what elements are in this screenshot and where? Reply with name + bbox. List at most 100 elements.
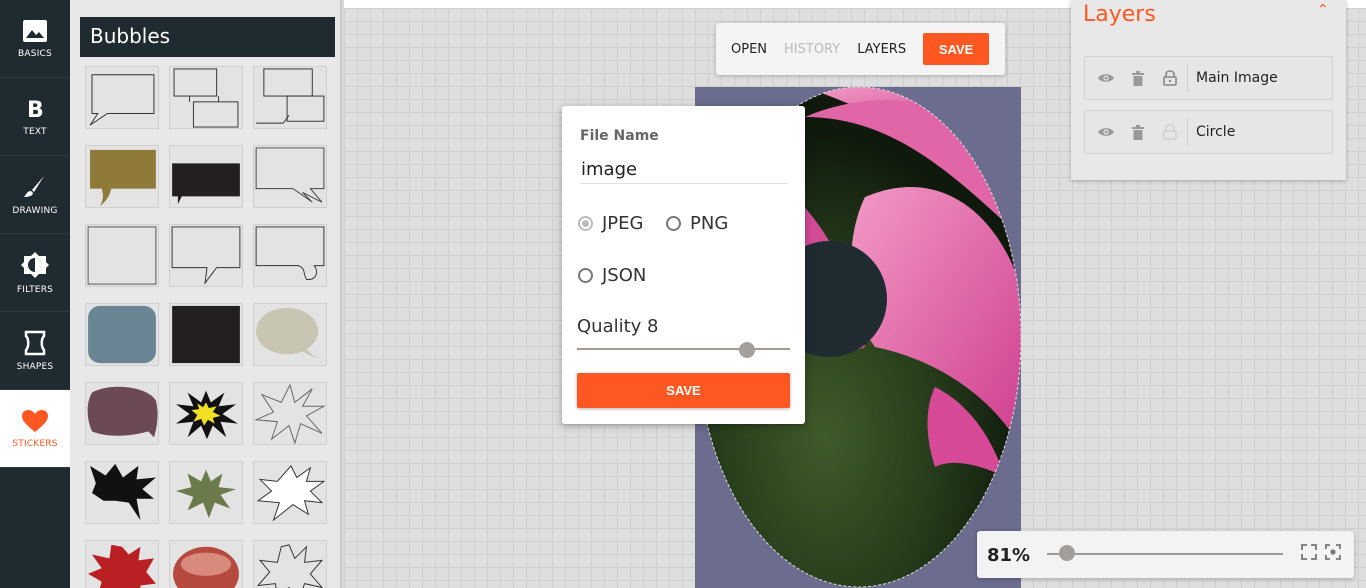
sticker-bubble-4[interactable] <box>85 145 159 208</box>
format-png-radio[interactable] <box>666 216 681 231</box>
outline-burst-icon <box>256 465 326 522</box>
image-icon <box>23 19 47 42</box>
sticker-bubble-16[interactable] <box>85 461 159 524</box>
sticker-bubble-12[interactable] <box>253 303 327 366</box>
sticker-bubble-2[interactable] <box>169 66 243 129</box>
format-json-radio[interactable] <box>578 268 593 283</box>
chevron-up-icon[interactable]: ⌃ <box>1317 2 1329 18</box>
file-name-input[interactable] <box>580 156 788 184</box>
rail-item-text[interactable]: B TEXT <box>0 78 70 156</box>
jagged-bubble-icon <box>255 147 325 203</box>
trash-icon[interactable] <box>1125 68 1151 88</box>
svg-text:B: B <box>27 98 44 121</box>
trash-icon[interactable] <box>1125 122 1151 142</box>
sticker-bubble-6[interactable] <box>253 145 327 208</box>
panel-title: Bubbles <box>80 17 335 57</box>
black-bubble-icon <box>172 163 240 205</box>
layers-title: Layers <box>1083 2 1156 27</box>
rail-item-shapes[interactable]: SHAPES <box>0 312 70 390</box>
sticker-bubble-19[interactable] <box>85 540 159 588</box>
black-jagged-bubble-icon <box>90 463 156 521</box>
pointer-bubble-icon <box>171 226 241 285</box>
save-dialog: File Name JPEG PNG JSON Quality 8 SAVE <box>562 106 805 424</box>
format-json-option[interactable]: JSON <box>578 265 646 286</box>
layer-row-main-image[interactable]: Main Image <box>1084 56 1333 100</box>
quality-slider-track[interactable] <box>577 348 790 350</box>
sticker-bubble-14[interactable] <box>169 382 243 445</box>
sticker-bubble-10[interactable] <box>85 303 159 366</box>
dialog-save-button[interactable]: SAVE <box>577 373 790 408</box>
rail-item-basics[interactable]: BASICS <box>0 0 70 78</box>
layers-panel: Layers ⌃ Main Image Circle <box>1071 0 1346 180</box>
brush-icon <box>24 175 44 197</box>
sticker-bubble-5[interactable] <box>169 145 243 208</box>
white-burst-icon <box>254 383 326 444</box>
sticker-bubble-15[interactable] <box>253 382 327 445</box>
unlock-icon[interactable] <box>1157 122 1183 142</box>
fullscreen-icon[interactable] <box>1300 543 1318 561</box>
eye-icon[interactable] <box>1093 68 1119 88</box>
black-square-bubble-icon <box>172 305 240 364</box>
sticker-bubble-8[interactable] <box>169 224 243 287</box>
rail-item-drawing[interactable]: DRAWING <box>0 156 70 234</box>
layer-name-main-image: Main Image <box>1187 64 1278 92</box>
lock-icon[interactable] <box>1157 68 1183 88</box>
contrast-icon <box>21 251 49 278</box>
zoom-slider-track[interactable] <box>1047 553 1283 555</box>
rail-label-shapes: SHAPES <box>16 361 54 372</box>
blue-rounded-bubble-icon <box>88 305 156 364</box>
double-bubble-icon <box>173 68 239 128</box>
open-button[interactable]: OPEN <box>731 42 767 57</box>
zoom-bar: 81% <box>977 531 1354 578</box>
format-jpeg-option[interactable]: JPEG <box>578 213 643 234</box>
sticker-bubble-20[interactable] <box>169 540 243 588</box>
rail-item-filters[interactable]: FILTERS <box>0 234 70 312</box>
format-json-label: JSON <box>602 265 647 286</box>
layer-name-circle: Circle <box>1187 118 1235 146</box>
beige-cloud-bubble-icon <box>256 307 324 359</box>
heart-icon <box>22 409 48 432</box>
rail-item-stickers[interactable]: STICKERS <box>0 390 70 468</box>
eye-icon[interactable] <box>1093 122 1119 142</box>
sticker-bubble-11[interactable] <box>169 303 243 366</box>
top-toolbar: OPEN HISTORY LAYERS SAVE <box>716 23 1005 75</box>
green-burst-icon <box>175 469 237 519</box>
rail-label-stickers: STICKERS <box>12 438 58 449</box>
red-splat-icon <box>88 544 156 588</box>
yellow-burst-icon <box>175 390 238 440</box>
quality-slider-thumb[interactable] <box>739 342 756 358</box>
history-button[interactable]: HISTORY <box>784 42 840 57</box>
sticker-grid <box>85 66 328 588</box>
layers-button[interactable]: LAYERS <box>857 42 906 57</box>
sticker-bubble-21[interactable] <box>253 540 327 588</box>
rail-label-text: TEXT <box>23 126 47 137</box>
file-name-label: File Name <box>580 128 659 144</box>
sticker-bubble-1[interactable] <box>85 66 159 129</box>
plum-bubble-icon <box>87 386 158 438</box>
sticker-bubble-18[interactable] <box>253 461 327 524</box>
sticker-bubble-17[interactable] <box>169 461 243 524</box>
layer-row-circle[interactable]: Circle <box>1084 110 1333 154</box>
format-png-label: PNG <box>690 213 729 234</box>
speech-bubble-outline-icon <box>89 74 155 126</box>
rail-label-basics: BASICS <box>18 48 52 59</box>
square-outline-icon <box>87 226 157 285</box>
bold-b-icon: B <box>27 98 44 121</box>
red-oval-bubble-icon <box>173 546 239 588</box>
format-jpeg-radio[interactable] <box>578 216 593 231</box>
olive-bubble-icon <box>90 149 156 207</box>
fit-screen-icon[interactable] <box>1324 543 1342 561</box>
format-png-option[interactable]: PNG <box>666 213 728 234</box>
sticker-bubble-7[interactable] <box>85 224 159 287</box>
sticker-bubble-9[interactable] <box>253 224 327 287</box>
zoom-slider-thumb[interactable] <box>1058 545 1075 561</box>
shape-icon <box>24 330 46 355</box>
toolbar-save-button[interactable]: SAVE <box>923 33 990 65</box>
stickers-panel: Bubbles <box>70 0 414 588</box>
zoom-value: 81% <box>987 545 1031 566</box>
spiky-outline-burst-icon <box>256 544 324 588</box>
rail-label-drawing: DRAWING <box>12 205 58 216</box>
sticker-bubble-3[interactable] <box>253 66 327 129</box>
sticker-bubble-13[interactable] <box>85 382 159 445</box>
tool-rail: BASICS B TEXT DRAWING FILTERS SHAPES STI… <box>0 0 70 588</box>
